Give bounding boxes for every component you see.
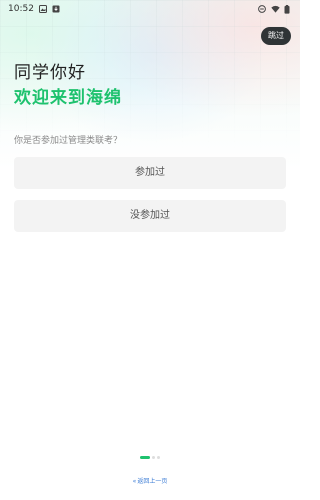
page-dot bbox=[152, 456, 155, 459]
onboarding-screen: 10:52 跳过 同学你好 欢迎来到海绵 你是否参加过管理类联考？ 参加过 没参… bbox=[0, 0, 300, 500]
option-attended-button[interactable]: 参加过 bbox=[14, 157, 286, 189]
battery-icon bbox=[284, 5, 292, 14]
status-time: 10:52 bbox=[8, 4, 34, 14]
skip-button[interactable]: 跳过 bbox=[261, 27, 291, 45]
page-indicator bbox=[0, 456, 300, 459]
status-right bbox=[258, 5, 292, 14]
chevron-left-icon: « bbox=[132, 478, 137, 485]
image-icon bbox=[38, 5, 47, 13]
status-left: 10:52 bbox=[8, 4, 60, 14]
download-app-icon bbox=[52, 5, 60, 13]
status-bar: 10:52 bbox=[0, 0, 300, 18]
back-link-label: 返回上一页 bbox=[137, 478, 168, 485]
wifi-icon bbox=[271, 5, 280, 13]
page-dot-active bbox=[140, 456, 150, 459]
option-not-attended-button[interactable]: 没参加过 bbox=[14, 200, 286, 232]
page-dot bbox=[157, 456, 160, 459]
greeting-title: 同学你好 bbox=[14, 63, 86, 83]
question-text: 你是否参加过管理类联考？ bbox=[14, 136, 123, 146]
back-link[interactable]: «返回上一页 bbox=[0, 476, 300, 485]
welcome-title: 欢迎来到海绵 bbox=[14, 88, 122, 108]
dnd-icon bbox=[258, 5, 266, 13]
